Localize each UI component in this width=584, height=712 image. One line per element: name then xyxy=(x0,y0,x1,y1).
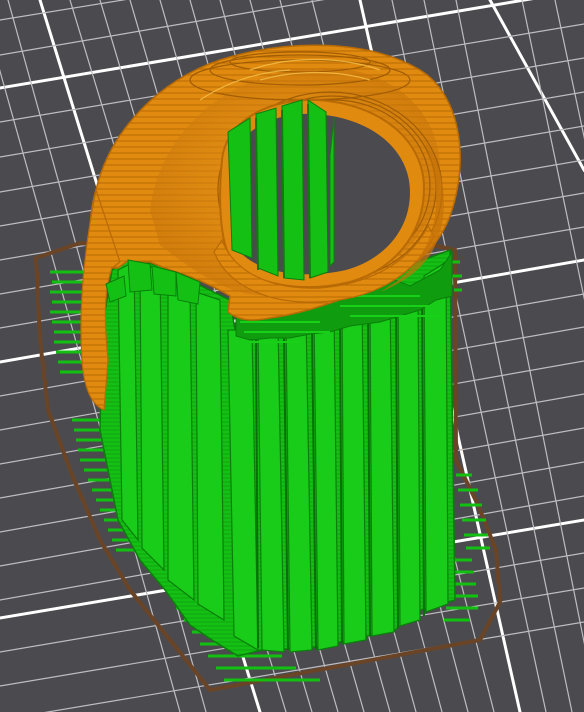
slice-preview-scene[interactable] xyxy=(0,0,584,712)
3d-viewport[interactable] xyxy=(0,0,584,712)
